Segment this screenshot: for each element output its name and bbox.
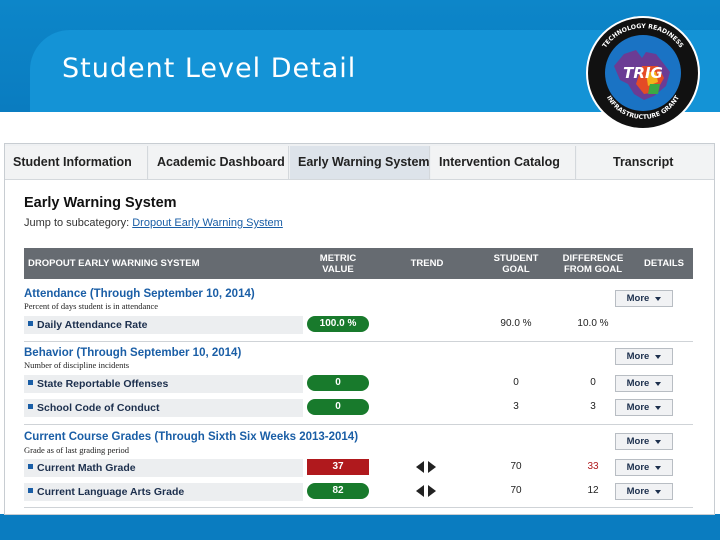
difference-from-goal: 12	[587, 485, 599, 496]
category-behavior-subtitle: Number of discipline incidents	[24, 360, 130, 370]
divider	[24, 424, 693, 425]
metric-value: 0	[307, 399, 369, 415]
tab-early-warning-system[interactable]: Early Warning System	[290, 146, 430, 179]
state-offenses-more-button[interactable]: More	[615, 375, 673, 392]
bullet-icon	[28, 488, 33, 493]
jump-to-subcategory: Jump to subcategory: Dropout Early Warni…	[24, 217, 283, 229]
table-row: Current Math Grade 37 70 33	[24, 459, 693, 478]
trig-logo-icon: TRIG TECHNOLOGY READINESS INFRASTRUCTURE…	[586, 16, 700, 130]
row-label[interactable]: Current Language Arts Grade	[24, 483, 303, 501]
tab-bar: Student Information Academic Dashboard E…	[5, 144, 714, 180]
header-metric-value: METRIC VALUE	[319, 252, 357, 275]
tab-academic-dashboard[interactable]: Academic Dashboard	[149, 146, 289, 179]
difference-from-goal: 10.0 %	[577, 318, 609, 329]
student-goal: 0	[513, 377, 519, 388]
left-right-arrows-icon	[416, 485, 436, 497]
difference-from-goal: 3	[590, 401, 596, 412]
jump-prefix: Jump to subcategory:	[24, 217, 130, 229]
tab-student-information[interactable]: Student Information	[5, 146, 148, 179]
difference-from-goal: 33	[587, 461, 599, 472]
language-arts-more-button[interactable]: More	[615, 483, 673, 500]
student-goal: 3	[513, 401, 519, 412]
row-label[interactable]: School Code of Conduct	[24, 399, 303, 417]
divider	[24, 507, 693, 508]
table-row: State Reportable Offenses 0 0 0	[24, 375, 693, 394]
bullet-icon	[28, 404, 33, 409]
row-label[interactable]: Current Math Grade	[24, 459, 303, 477]
page-title: Early Warning System	[24, 195, 177, 211]
bullet-icon	[28, 321, 33, 326]
slide-footer	[0, 514, 720, 540]
table-header: DROPOUT EARLY WARNING SYSTEM METRIC VALU…	[24, 248, 693, 279]
row-label[interactable]: Daily Attendance Rate	[24, 316, 303, 334]
category-attendance-title: Attendance (Through September 10, 2014)	[24, 288, 255, 300]
category-grades-subtitle: Grade as of last grading period	[24, 445, 130, 455]
header-system: DROPOUT EARLY WARNING SYSTEM	[28, 258, 200, 269]
caret-down-icon	[655, 354, 662, 359]
caret-down-icon	[655, 465, 662, 470]
caret-down-icon	[655, 296, 662, 301]
student-goal: 90.0 %	[500, 318, 532, 329]
category-attendance-subtitle: Percent of days student is in attendance	[24, 301, 159, 311]
row-label[interactable]: State Reportable Offenses	[24, 375, 303, 393]
header-trend: TREND	[410, 258, 444, 269]
difference-from-goal: 0	[590, 377, 596, 388]
header-difference-from-goal: DIFFERENCE FROM GOAL	[562, 252, 624, 275]
caret-down-icon	[655, 439, 662, 444]
bullet-icon	[28, 380, 33, 385]
student-detail-panel: Student Information Academic Dashboard E…	[4, 143, 715, 515]
metric-value: 82	[307, 483, 369, 499]
code-of-conduct-more-button[interactable]: More	[615, 399, 673, 416]
table-row: Daily Attendance Rate 100.0 % 90.0 % 10.…	[24, 316, 693, 335]
tab-transcript[interactable]: Transcript	[577, 146, 714, 179]
math-grade-more-button[interactable]: More	[615, 459, 673, 476]
behavior-more-button[interactable]: More	[615, 348, 673, 365]
table-row: Current Language Arts Grade 82 70 12	[24, 483, 693, 502]
metric-value: 100.0 %	[307, 316, 369, 332]
caret-down-icon	[655, 405, 662, 410]
left-right-arrows-icon	[416, 461, 436, 473]
category-grades-title: Current Course Grades (Through Sixth Six…	[24, 431, 359, 443]
dropout-ews-link[interactable]: Dropout Early Warning System	[132, 217, 283, 229]
student-goal: 70	[510, 461, 522, 472]
header-details: DETAILS	[644, 258, 684, 269]
slide-title: Student Level Detail	[62, 53, 357, 84]
attendance-more-button[interactable]: More	[615, 290, 673, 307]
grades-more-button[interactable]: More	[615, 433, 673, 450]
caret-down-icon	[655, 381, 662, 386]
logo-center-text: TRIG	[623, 64, 663, 82]
tab-intervention-catalog[interactable]: Intervention Catalog	[431, 146, 576, 179]
table-row: School Code of Conduct 0 3 3	[24, 399, 693, 418]
student-goal: 70	[510, 485, 522, 496]
divider	[24, 341, 693, 342]
category-behavior-title: Behavior (Through September 10, 2014)	[24, 347, 242, 359]
caret-down-icon	[655, 489, 662, 494]
bullet-icon	[28, 464, 33, 469]
metric-value: 0	[307, 375, 369, 391]
metric-value: 37	[307, 459, 369, 475]
header-student-goal: STUDENT GOAL	[493, 252, 539, 275]
